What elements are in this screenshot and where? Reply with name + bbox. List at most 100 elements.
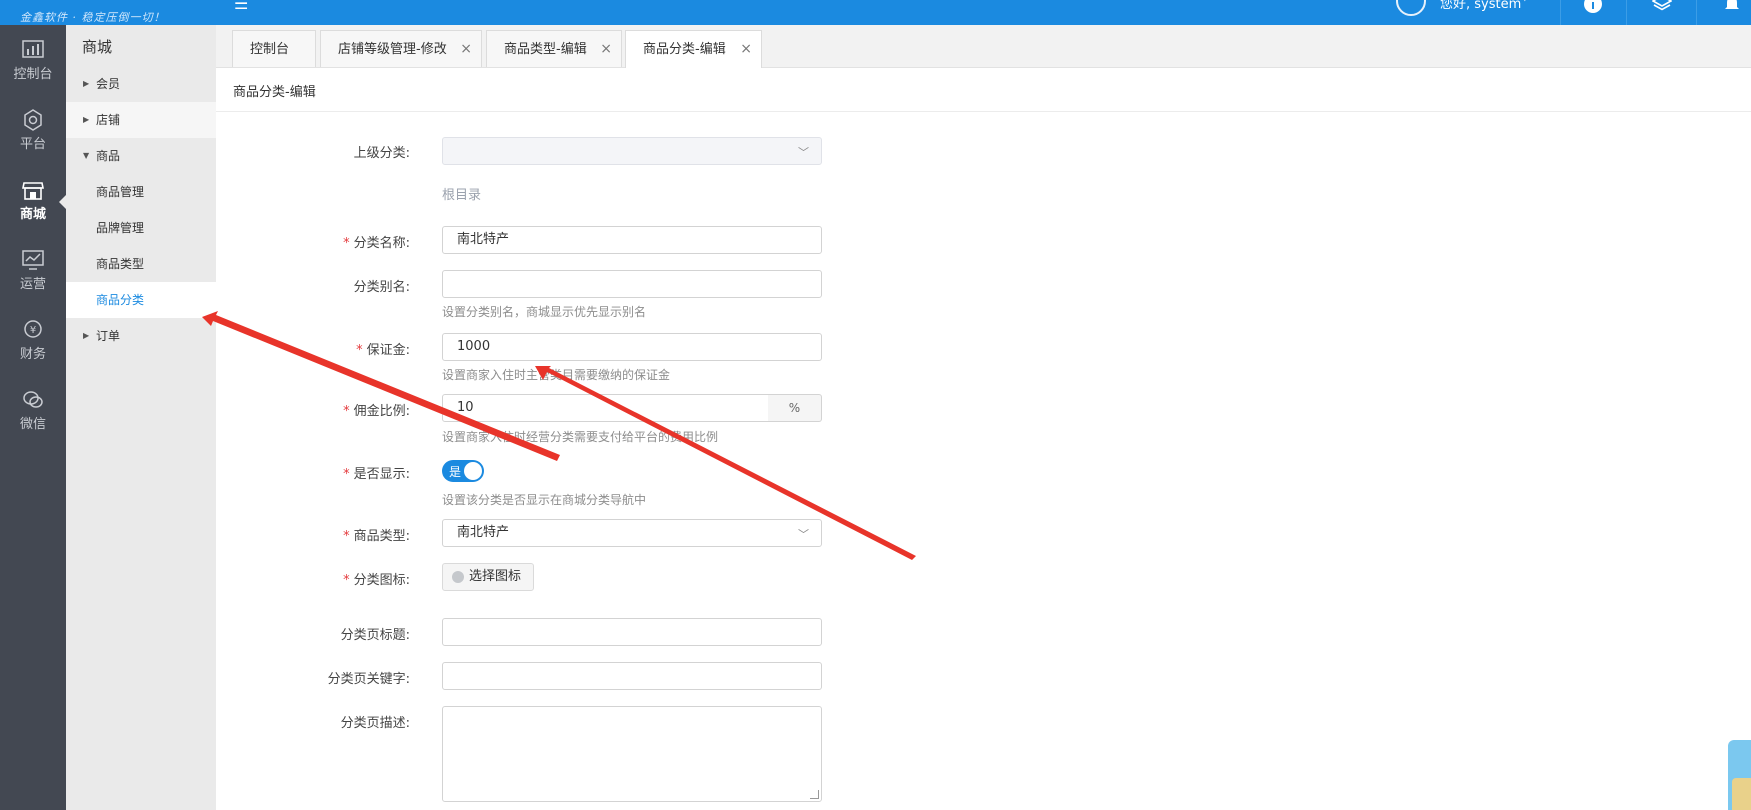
button-label: 选择图标 (469, 569, 522, 584)
label-text: 分类图标: (353, 573, 410, 588)
nav-dashboard[interactable]: 控制台 (0, 33, 66, 91)
submenu-label: 店铺 (96, 113, 121, 127)
info-icon[interactable] (1583, 0, 1603, 14)
input-value: 南北特产 (457, 232, 510, 247)
submenu-item-order[interactable]: ▶ 订单 (66, 318, 216, 354)
store-icon (22, 182, 44, 200)
active-indicator (59, 195, 66, 209)
close-icon[interactable]: × (740, 31, 752, 68)
divider (1696, 0, 1697, 25)
floating-widget[interactable] (1728, 740, 1751, 810)
submenu-item-member[interactable]: ▶ 会员 (66, 66, 216, 102)
bell-icon[interactable] (1722, 0, 1742, 14)
divider (1626, 0, 1627, 25)
category-name-label: * 分类名称: (210, 232, 410, 251)
label-text: 分类页描述: (340, 716, 410, 731)
nav-finance[interactable]: ¥ 财务 (0, 313, 66, 371)
gear-icon (24, 109, 42, 131)
page-title: 商品分类-编辑 (233, 85, 316, 100)
close-icon[interactable]: × (600, 31, 612, 68)
required-mark: * (343, 467, 350, 482)
chevron-down-icon[interactable]: ▼ (1521, 0, 1529, 3)
required-mark: * (343, 404, 350, 419)
nav-label: 财务 (19, 347, 46, 362)
tab-label: 商品类型-编辑 (504, 42, 587, 57)
close-icon[interactable]: × (460, 31, 472, 68)
parent-category-label: 上级分类: (210, 142, 410, 161)
select-icon-button[interactable]: 选择图标 (442, 563, 534, 591)
submenu-item-goods-manage[interactable]: 商品管理 (66, 174, 216, 210)
percent-addon: % (768, 394, 822, 422)
tab-dashboard[interactable]: 控制台 (232, 30, 316, 67)
nav-label: 平台 (19, 137, 46, 152)
tab-label: 店铺等级管理-修改 (338, 42, 447, 57)
category-alias-label: 分类别名: (210, 276, 410, 295)
label-text: 分类别名: (353, 280, 410, 295)
submenu-item-goods-type[interactable]: 商品类型 (66, 246, 216, 282)
nav-mall[interactable]: 商城 (0, 173, 66, 231)
layers-icon[interactable] (1651, 0, 1673, 14)
toggle-on-text: 是 (449, 465, 462, 479)
nav-platform[interactable]: 平台 (0, 103, 66, 161)
goods-type-select[interactable]: 南北特产 ﹀ (442, 519, 822, 547)
finance-icon: ¥ (24, 320, 42, 338)
category-alias-input[interactable] (442, 270, 822, 298)
submenu-label: 品牌管理 (96, 221, 145, 235)
image-icon (452, 571, 464, 583)
page-keywords-label: 分类页关键字: (210, 668, 410, 687)
submenu-item-goods-category[interactable]: 商品分类 (66, 282, 216, 318)
select-value: 南北特产 (457, 525, 510, 540)
submenu-label: 商品分类 (96, 293, 145, 307)
deposit-input[interactable]: 1000 (442, 333, 822, 361)
dashboard-icon (22, 40, 44, 58)
page-keywords-input[interactable] (442, 662, 822, 690)
required-mark: * (343, 529, 350, 544)
tab-bar: 控制台 店铺等级管理-修改 × 商品类型-编辑 × 商品分类-编辑 × (216, 25, 1751, 68)
label-text: 分类页标题: (340, 628, 410, 643)
required-mark: * (356, 343, 363, 358)
input-value: 10 (457, 400, 474, 415)
page-description-textarea[interactable] (442, 706, 822, 802)
label-text: 商品类型: (353, 529, 410, 544)
breadcrumb: 商品分类-编辑 (216, 68, 1751, 112)
commission-label: * 佣金比例: (210, 400, 410, 419)
show-toggle[interactable]: 是 (442, 460, 484, 482)
deposit-hint: 设置商家入住时主营类目需要缴纳的保证金 (442, 368, 671, 382)
show-hint: 设置该分类是否显示在商城分类导航中 (442, 493, 647, 507)
required-mark: * (343, 236, 350, 251)
submenu-item-shop[interactable]: ▶ 店铺 (66, 102, 216, 138)
user-avatar-icon[interactable] (1396, 0, 1426, 16)
label-text: 分类名称: (353, 236, 410, 251)
tab-shop-level-edit[interactable]: 店铺等级管理-修改 × (320, 30, 482, 67)
tab-goods-category-edit[interactable]: 商品分类-编辑 × (625, 30, 762, 68)
icon-sidebar: 控制台 平台 商城 运营 ¥ 财务 微信 (0, 25, 66, 810)
chevron-down-icon: ﹀ (798, 528, 809, 541)
submenu-label: 商品管理 (96, 185, 145, 199)
show-label: * 是否显示: (210, 463, 410, 482)
resize-handle[interactable] (810, 790, 819, 799)
deposit-label: * 保证金: (210, 339, 410, 358)
nav-operation[interactable]: 运营 (0, 243, 66, 301)
label-text: 保证金: (366, 343, 410, 358)
user-greeting[interactable]: 您好, system (1440, 0, 1521, 12)
submenu-item-goods[interactable]: ▼ 商品 (66, 138, 216, 174)
label-text: 分类页关键字: (327, 672, 410, 687)
svg-text:¥: ¥ (30, 325, 36, 336)
divider (1560, 0, 1561, 25)
page-title-label: 分类页标题: (210, 624, 410, 643)
menu-icon[interactable]: ☰ (234, 0, 248, 13)
label-text: 上级分类: (353, 146, 410, 161)
parent-category-select[interactable]: ﹀ (442, 137, 822, 165)
submenu-label: 商品类型 (96, 257, 145, 271)
tab-goods-type-edit[interactable]: 商品类型-编辑 × (486, 30, 622, 67)
submenu-item-brand-manage[interactable]: 品牌管理 (66, 210, 216, 246)
nav-wechat[interactable]: 微信 (0, 383, 66, 441)
page-description-label: 分类页描述: (210, 712, 410, 731)
commission-input[interactable]: 10 (442, 394, 769, 422)
commission-hint: 设置商家入住时经营分类需要支付给平台的费用比例 (442, 430, 719, 444)
page-title-input[interactable] (442, 618, 822, 646)
caret-right-icon: ▶ (83, 79, 90, 88)
top-bar: 金鑫软件 · 稳定压倒一切！ ☰ 您好, system ▼ (0, 0, 1751, 25)
wechat-icon (23, 391, 43, 408)
category-name-input[interactable]: 南北特产 (442, 226, 822, 254)
